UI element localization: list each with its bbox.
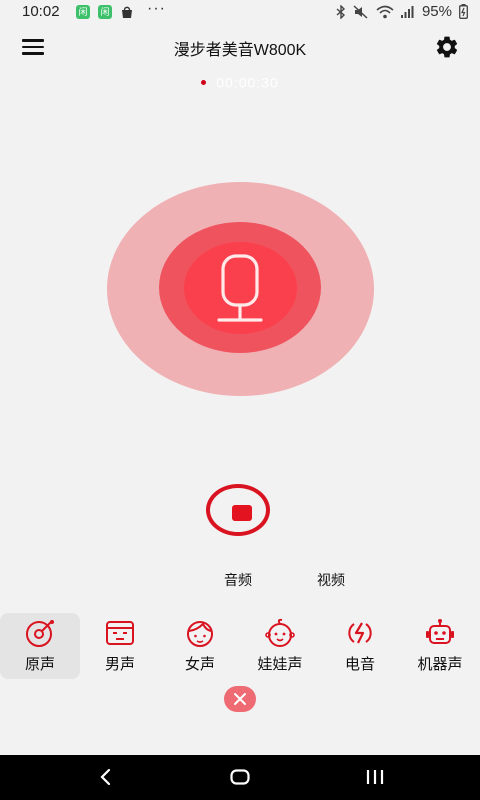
recording-timer: 00:00:30: [0, 73, 480, 90]
voice-electric[interactable]: 电音: [320, 613, 400, 679]
voice-label: 原声: [24, 656, 55, 673]
voice-baby[interactable]: 娃娃声: [240, 613, 320, 679]
voice-label: 女声: [184, 656, 215, 673]
signal-icon: [400, 5, 414, 18]
status-bar: 10:02 闲 闲 ··· 95%: [0, 0, 480, 24]
bluetooth-icon: [336, 4, 345, 19]
microphone-icon: [217, 254, 263, 322]
voice-label: 男声: [104, 656, 135, 673]
electric-icon: [348, 622, 372, 644]
male-face-icon: [106, 621, 134, 645]
timer-text: 00:00:30: [216, 74, 279, 91]
voice-original[interactable]: 原声: [0, 613, 80, 679]
voice-effects-bar: 原声 男声 女声 娃娃声 电音 机器声: [0, 613, 480, 679]
back-icon[interactable]: [98, 768, 114, 786]
female-face-icon: [187, 621, 213, 647]
baby-face-icon: [265, 618, 295, 647]
shopping-bag-icon: [122, 6, 132, 18]
tab-video[interactable]: 视频: [317, 570, 345, 590]
recent-apps-icon[interactable]: [366, 769, 384, 785]
voice-male[interactable]: 男声: [80, 613, 160, 679]
battery-icon: [459, 4, 468, 19]
close-effects-button[interactable]: [224, 686, 256, 712]
more-notifications-icon: ···: [147, 0, 166, 17]
status-icons: 95%: [336, 3, 468, 20]
page-title: 漫步者美音W800K: [173, 42, 307, 59]
stop-icon: [232, 505, 252, 521]
voice-label: 电音: [344, 656, 375, 673]
home-icon[interactable]: [230, 769, 250, 785]
vinyl-disc-icon: [26, 620, 54, 647]
voice-label: 机器声: [417, 656, 463, 673]
close-icon: [234, 693, 246, 705]
app-bar: 漫步者美音W800K: [0, 28, 480, 64]
stop-recording-button[interactable]: [206, 484, 270, 536]
recording-dot-icon: [201, 79, 207, 85]
mute-icon: [353, 4, 368, 19]
wifi-icon: [376, 5, 394, 18]
robot-icon: [426, 619, 454, 644]
gear-icon[interactable]: [434, 34, 460, 60]
xianyu-app-icon-2: 闲: [98, 5, 112, 19]
battery-percent: 95%: [421, 3, 452, 20]
voice-robot[interactable]: 机器声: [400, 613, 480, 679]
tab-audio[interactable]: 音频: [224, 570, 252, 590]
voice-female[interactable]: 女声: [160, 613, 240, 679]
voice-label: 娃娃声: [257, 656, 303, 673]
system-nav-bar: [0, 755, 480, 800]
xianyu-app-icon: 闲: [76, 5, 90, 19]
status-time: 10:02: [22, 3, 60, 20]
